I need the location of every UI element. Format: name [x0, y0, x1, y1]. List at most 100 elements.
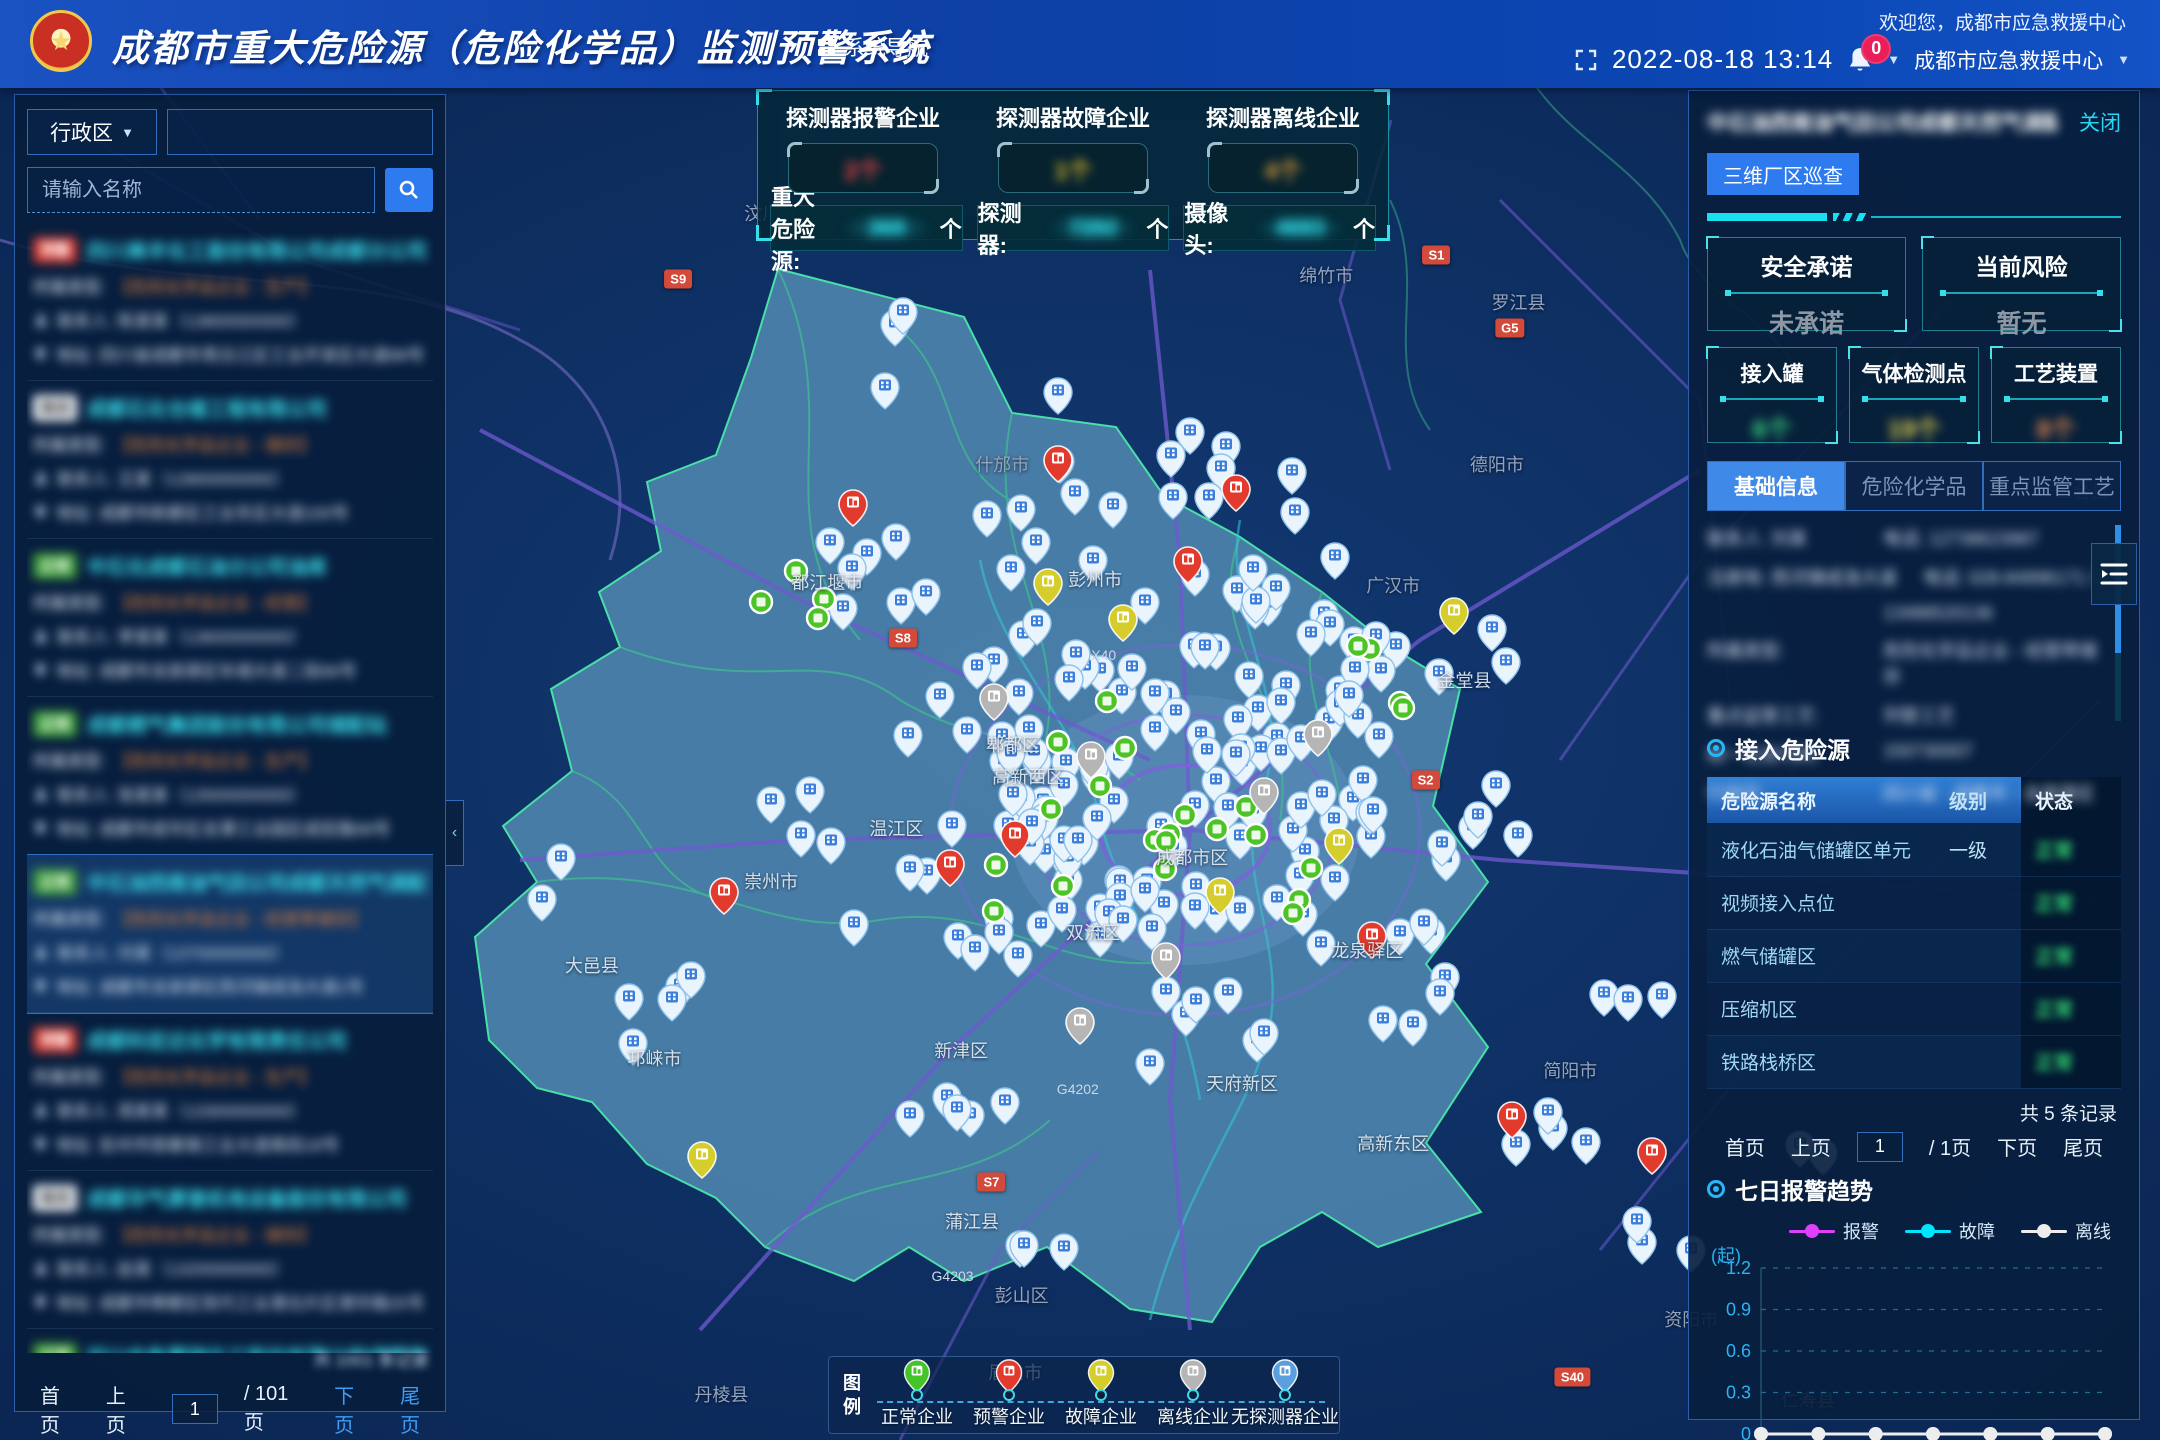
pager-next[interactable]: 下页: [334, 1380, 374, 1438]
map-pin-company[interactable]: [1181, 893, 1209, 929]
user-org-name[interactable]: 成都市应急救援中心: [1914, 45, 2103, 75]
map-pin-company[interactable]: [1365, 722, 1393, 758]
map-pin-gray[interactable]: [1152, 943, 1180, 979]
map-pin-red[interactable]: [936, 850, 964, 886]
table-row[interactable]: 视频接入点位正常: [1707, 876, 2121, 929]
tab-基础信息[interactable]: 基础信息: [1707, 461, 1845, 511]
map-pin-company[interactable]: [547, 844, 575, 880]
company-list-item[interactable]: 正常中石油西南油气田公司成都天然气调配库所属类型:【危险化学品企业 - 经营带储…: [27, 855, 433, 1013]
company-list-item[interactable]: 离线成都石化仓储工程有限公司所属类型:【危险化学品企业 - 储存】联系人: 王某…: [27, 381, 433, 539]
map-pin-company[interactable]: [658, 985, 686, 1021]
map-pin-company[interactable]: [817, 828, 845, 864]
map-pin-normal[interactable]: [1154, 858, 1176, 880]
map-pin-company[interactable]: [619, 1029, 647, 1065]
map-pin-company[interactable]: [991, 1088, 1019, 1124]
pager-prev[interactable]: 上页: [106, 1380, 146, 1438]
map-pin-company[interactable]: [973, 501, 1001, 537]
map-pin-company[interactable]: [1614, 985, 1642, 1021]
map-pin-company[interactable]: [1278, 458, 1306, 494]
3d-plant-patrol-button[interactable]: 三维厂区巡查: [1707, 153, 1859, 195]
map-pin-red[interactable]: [710, 878, 738, 914]
map-pin-company[interactable]: [896, 1101, 924, 1137]
map-pin-yellow[interactable]: [1325, 828, 1353, 864]
map-pin-company[interactable]: [1079, 546, 1107, 582]
map-pin-normal[interactable]: [750, 591, 772, 613]
map-pin-company[interactable]: [1214, 978, 1242, 1014]
company-list-item[interactable]: 正常中石化成都石油分公司油库所属类型:【危险化学品企业 - 经营】联系人: 李某…: [27, 539, 433, 697]
map-pin-normal[interactable]: [1347, 635, 1369, 657]
map-pin-company[interactable]: [1267, 688, 1295, 724]
map-pin-company[interactable]: [1281, 498, 1309, 534]
map-pin-company[interactable]: [1572, 1128, 1600, 1164]
map-pin-company[interactable]: [1504, 821, 1532, 857]
pager-last[interactable]: 尾页: [2063, 1132, 2103, 1161]
map-pin-normal[interactable]: [1089, 775, 1111, 797]
map-pin-company[interactable]: [1235, 662, 1263, 698]
map-pin-company[interactable]: [961, 935, 989, 971]
map-pin-company[interactable]: [757, 787, 785, 823]
company-list-item[interactable]: 预警成都科宏达化学有限责任公司所属类型:【危险化学品企业 - 生产】联系人: 周…: [27, 1013, 433, 1171]
map-pin-company[interactable]: [997, 555, 1025, 591]
pager-prev[interactable]: 上页: [1791, 1132, 1831, 1161]
map-pin-normal[interactable]: [1300, 857, 1322, 879]
map-pin-normal[interactable]: [1052, 875, 1074, 897]
map-pin-normal[interactable]: [1282, 902, 1304, 924]
search-input[interactable]: [27, 167, 375, 213]
legend-item-报警[interactable]: 报警: [1789, 1218, 1879, 1244]
map-pin-company[interactable]: [1004, 941, 1032, 977]
map-pin-company[interactable]: [887, 588, 915, 624]
map-pin-company[interactable]: [1022, 528, 1050, 564]
company-list-item[interactable]: 正常成都燃气集团股份有限公司储配站所属类型:【危险化学品企业 - 生产】联系人:…: [27, 697, 433, 855]
map-pin-company[interactable]: [1159, 483, 1187, 519]
map-pin-company[interactable]: [1005, 679, 1033, 715]
map-pin-company[interactable]: [938, 811, 966, 847]
table-row[interactable]: 液化石油气储罐区单元一级正常: [1707, 823, 2121, 876]
legend-item-故障[interactable]: 故障: [1905, 1218, 1995, 1244]
panel-collapse-button[interactable]: [2091, 543, 2137, 605]
map-pin-company[interactable]: [871, 373, 899, 409]
map-pin-gray[interactable]: [1066, 1008, 1094, 1044]
map-pin-company[interactable]: [926, 682, 954, 718]
map-pin-company[interactable]: [1061, 479, 1089, 515]
map-pin-normal[interactable]: [1114, 737, 1136, 759]
sidebar-collapse-handle[interactable]: ‹: [446, 800, 464, 866]
pager-first[interactable]: 首页: [1725, 1132, 1765, 1161]
map-pin-company[interactable]: [838, 554, 866, 590]
pager-first[interactable]: 首页: [40, 1380, 80, 1438]
map-pin-normal[interactable]: [785, 560, 807, 582]
map-pin-company[interactable]: [1157, 441, 1185, 477]
map-pin-normal[interactable]: [1206, 818, 1228, 840]
map-pin-company[interactable]: [1425, 659, 1453, 695]
district-filter-select[interactable]: 行政区 ▼: [27, 109, 157, 155]
map-pin-company[interactable]: [615, 984, 643, 1020]
map-pin-company[interactable]: [1307, 930, 1335, 966]
map-pin-company[interactable]: [894, 721, 922, 757]
table-row[interactable]: 铁路栈桥区正常: [1707, 1035, 2121, 1088]
notification-bell[interactable]: 0: [1847, 46, 1873, 74]
map-pin-company[interactable]: [1099, 492, 1127, 528]
map-pin-company[interactable]: [1044, 378, 1072, 414]
map-pin-yellow[interactable]: [688, 1142, 716, 1178]
tab-重点监管工艺[interactable]: 重点监管工艺: [1983, 461, 2121, 511]
map-pin-normal[interactable]: [983, 900, 1005, 922]
map-pin-normal[interactable]: [1155, 830, 1177, 852]
pager-page-input[interactable]: [172, 1394, 218, 1424]
map-pin-company[interactable]: [963, 653, 991, 689]
map-pin-company[interactable]: [1399, 1010, 1427, 1046]
legend-item-离线[interactable]: 离线: [2021, 1218, 2111, 1244]
map-pin-company[interactable]: [1055, 665, 1083, 701]
map-pin-red[interactable]: [1638, 1138, 1666, 1174]
user-dropdown-caret[interactable]: ▼: [2117, 52, 2130, 67]
fullscreen-icon[interactable]: [1574, 48, 1598, 72]
map-pin-company[interactable]: [787, 821, 815, 857]
district-value-input[interactable]: [167, 109, 433, 155]
map-pin-company[interactable]: [796, 777, 824, 813]
map-pin-company[interactable]: [1007, 495, 1035, 531]
map-pin-company[interactable]: [816, 528, 844, 564]
map-pin-normal[interactable]: [1040, 798, 1062, 820]
map-pin-company[interactable]: [953, 717, 981, 753]
map-pin-yellow[interactable]: [1440, 598, 1468, 634]
map-pin-company[interactable]: [1492, 648, 1520, 684]
map-pin-company[interactable]: [1482, 771, 1510, 807]
map-pin-company[interactable]: [1369, 1006, 1397, 1042]
